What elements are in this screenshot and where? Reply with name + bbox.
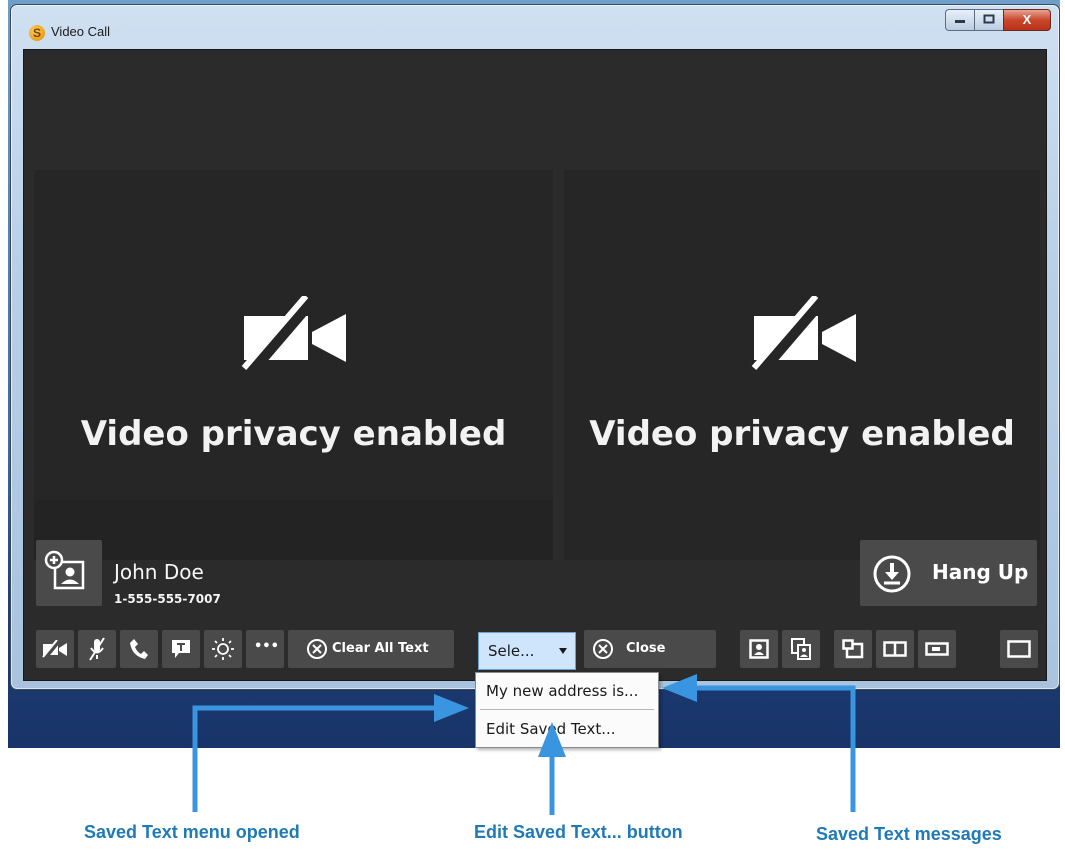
annotation-edit-button: Edit Saved Text... button <box>474 822 683 842</box>
menu-opened-arrow-line <box>192 705 440 812</box>
edit-button-arrowhead <box>538 722 566 757</box>
messages-arrowhead <box>662 674 697 702</box>
messages-arrow-line <box>690 685 856 812</box>
annotation-messages: Saved Text messages <box>816 824 1002 844</box>
menu-opened-arrowhead <box>434 694 469 722</box>
annotation-arrows <box>192 674 856 815</box>
annotation-menu-opened: Saved Text menu opened <box>84 822 300 842</box>
